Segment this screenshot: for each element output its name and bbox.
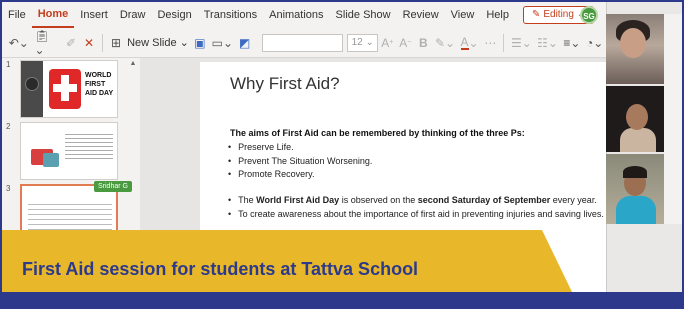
clipboard-icon[interactable]: 📋︎⌄ xyxy=(32,29,63,57)
toolbar-divider xyxy=(503,33,505,52)
aims-heading[interactable]: The aims of First Aid can be remembered … xyxy=(230,128,525,138)
thumbnail-number: 2 xyxy=(6,122,11,131)
thumbnail-emblem-icon xyxy=(25,77,39,91)
text-run-bold: second Saturday of September xyxy=(417,195,551,205)
menu-file[interactable]: File xyxy=(2,2,32,28)
text-run: The xyxy=(238,195,257,205)
thumbnail-number: 3 xyxy=(6,184,11,193)
avatar[interactable]: SG xyxy=(580,6,598,24)
menu-review[interactable]: Review xyxy=(397,2,445,28)
shapes-icon[interactable]: ◔⌄ xyxy=(583,32,606,54)
slide-title[interactable]: Why First Aid? xyxy=(230,74,340,94)
pencil-icon: ✎ xyxy=(531,9,541,20)
new-slide-label: New Slide xyxy=(127,36,177,49)
three-ps-list[interactable]: Preserve Life. Prevent The Situation Wor… xyxy=(228,141,372,182)
new-slide-icon[interactable]: ⊞ xyxy=(107,32,125,54)
highlight-icon[interactable]: ✎⌄ xyxy=(432,32,458,54)
caption-text: First Aid session for students at Tattva… xyxy=(22,259,419,279)
menu-insert[interactable]: Insert xyxy=(74,2,114,28)
thumbnail-text-lines xyxy=(65,131,113,161)
layout-icon[interactable]: ▭⌄ xyxy=(209,32,236,54)
numbering-icon[interactable]: ☷⌄ xyxy=(534,32,560,54)
text-run-bold: World First Aid Day xyxy=(256,195,340,205)
collaborator-tag: Sridhar G xyxy=(94,181,132,192)
slide-thumbnail-2[interactable] xyxy=(20,122,118,180)
menu-draw[interactable]: Draw xyxy=(114,2,152,28)
more-icon[interactable]: ⋯ xyxy=(481,32,499,54)
menu-view[interactable]: View xyxy=(445,2,481,28)
list-item: To create awareness about the importance… xyxy=(228,208,604,222)
list-item: The World First Aid Day is observed on t… xyxy=(228,194,604,208)
font-family-field[interactable] xyxy=(261,33,344,52)
new-slide-button[interactable]: New Slide ⌄ xyxy=(125,32,191,54)
participant-video-2[interactable] xyxy=(606,86,664,152)
picture-icon[interactable]: ▣ xyxy=(191,32,209,54)
menu-help[interactable]: Help xyxy=(480,2,515,28)
menu-slide-show[interactable]: Slide Show xyxy=(330,2,397,28)
participant-hair xyxy=(623,166,647,178)
align-icon[interactable]: ≡⌄ xyxy=(561,32,584,54)
bold-icon[interactable]: B xyxy=(414,32,432,54)
list-item: Promote Recovery. xyxy=(228,168,372,182)
font-color-icon[interactable]: A ⌄ xyxy=(458,32,482,54)
list-item: Prevent The Situation Worsening. xyxy=(228,155,372,169)
thumbnail-title: WORLD FIRST AID DAY xyxy=(85,72,114,97)
participant-face xyxy=(620,28,646,58)
medical-bag-icon xyxy=(43,153,59,167)
participant-face xyxy=(626,104,648,130)
participant-body xyxy=(620,128,656,152)
ribbon-toolbar: ↶⌄ 📋︎⌄ ✐ ✕ ⊞ New Slide ⌄ ▣ ▭⌄ ◩ 12 ⌄ A + … xyxy=(2,28,606,58)
text-run: is observed on the xyxy=(339,195,418,205)
undo-icon[interactable]: ↶⌄ xyxy=(6,32,32,54)
grow-font-icon[interactable]: A + xyxy=(378,32,396,54)
editing-label: Editing xyxy=(543,9,574,20)
bullets-icon[interactable]: ☰⌄ xyxy=(508,32,534,54)
menu-animations[interactable]: Animations xyxy=(263,2,329,28)
thumbnail-number: 1 xyxy=(6,60,11,69)
participant-video-3[interactable] xyxy=(606,154,664,224)
menu-transitions[interactable]: Transitions xyxy=(198,2,263,28)
menu-home[interactable]: Home xyxy=(31,2,75,28)
slide-thumbnail-1[interactable]: WORLD FIRST AID DAY xyxy=(20,60,118,118)
participant-body xyxy=(616,196,656,224)
scroll-up-icon[interactable]: ▲ xyxy=(128,60,138,70)
font-size-value: 12 xyxy=(351,37,363,48)
thumbnail-text-lines xyxy=(28,200,112,230)
list-item: Preserve Life. xyxy=(228,141,372,155)
menu-bar: File Home Insert Draw Design Transitions… xyxy=(2,2,606,28)
font-size-field[interactable]: 12 ⌄ xyxy=(347,33,379,52)
text-run: every year. xyxy=(550,195,597,205)
shapes-picture-icon[interactable]: ◩ xyxy=(236,32,254,54)
caption-bottom-bar xyxy=(2,292,682,307)
format-painter-icon[interactable]: ✐ xyxy=(62,32,80,54)
toolbar-divider xyxy=(102,33,103,52)
info-list[interactable]: The World First Aid Day is observed on t… xyxy=(228,194,604,221)
shrink-font-icon[interactable]: A − xyxy=(396,32,414,54)
cross-horizontal-bar xyxy=(53,84,77,92)
menu-design[interactable]: Design xyxy=(151,2,197,28)
participant-video-1[interactable] xyxy=(606,14,664,84)
delete-icon[interactable]: ✕ xyxy=(80,32,98,54)
video-side-strip xyxy=(664,14,682,224)
